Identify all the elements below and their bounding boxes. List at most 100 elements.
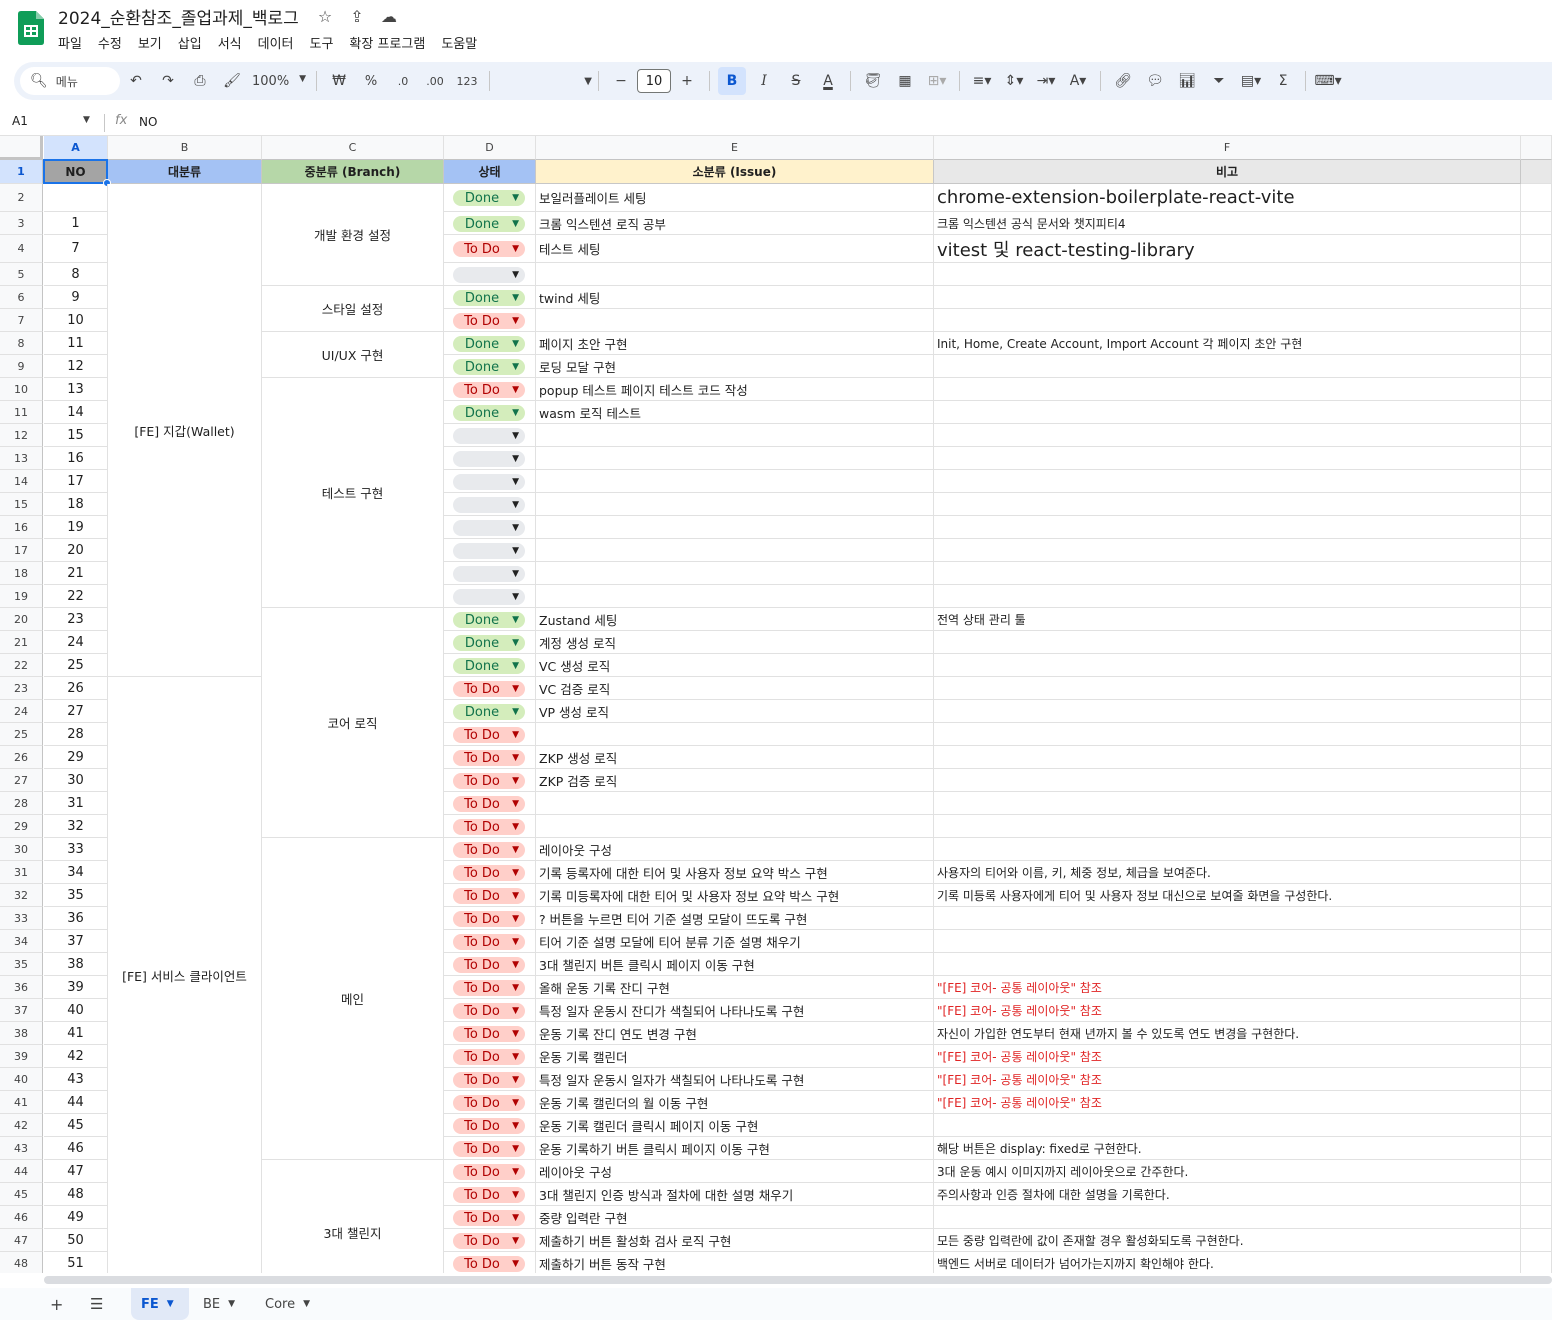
status-dropdown-chip[interactable]: To Do ▼ — [453, 888, 525, 904]
cell-branch-merged[interactable]: 코어 로직 — [262, 608, 444, 838]
cell-issue[interactable] — [536, 470, 934, 493]
row-header[interactable]: 20 — [0, 608, 43, 631]
cell-note[interactable] — [934, 585, 1521, 608]
status-dropdown-chip[interactable]: ▼ — [453, 497, 525, 513]
status-dropdown-chip[interactable]: Done ▼ — [453, 190, 525, 206]
cell-no[interactable] — [44, 184, 108, 212]
cell-empty[interactable] — [1521, 378, 1552, 401]
cell-status[interactable]: ▼ — [444, 516, 536, 539]
status-dropdown-chip[interactable]: ▼ — [453, 428, 525, 444]
cell-note[interactable] — [934, 447, 1521, 470]
cell-issue[interactable]: 중량 입력란 구현 — [536, 1206, 934, 1229]
cell-note[interactable] — [934, 401, 1521, 424]
status-dropdown-chip[interactable]: ▼ — [453, 589, 525, 605]
cell-no[interactable]: 38 — [44, 953, 108, 976]
cell-issue[interactable] — [536, 562, 934, 585]
cell-status[interactable]: ▼ — [444, 493, 536, 516]
increase-decimal-button[interactable]: .00 — [421, 67, 449, 95]
status-dropdown-chip[interactable]: To Do ▼ — [453, 911, 525, 927]
cell-issue[interactable]: twind 세팅 — [536, 286, 934, 309]
cell-empty[interactable] — [1521, 792, 1552, 815]
row-header[interactable]: 2 — [0, 184, 43, 212]
row-header[interactable]: 17 — [0, 539, 43, 562]
row-header[interactable]: 33 — [0, 907, 43, 930]
cell-status[interactable]: ▼ — [444, 585, 536, 608]
status-dropdown-chip[interactable]: Done ▼ — [453, 216, 525, 232]
cell-empty[interactable] — [1521, 884, 1552, 907]
cell-issue[interactable]: ZKP 생성 로직 — [536, 746, 934, 769]
functions-icon[interactable]: Σ — [1269, 67, 1297, 95]
row-header[interactable]: 21 — [0, 631, 43, 654]
header-cell-note[interactable]: 비고 — [934, 160, 1521, 184]
cell-note[interactable] — [934, 263, 1521, 286]
cell-issue[interactable]: 보일러플레이트 세팅 — [536, 184, 934, 212]
row-header[interactable]: 12 — [0, 424, 43, 447]
menu-search-box[interactable]: 🔍︎ 메뉴 — [20, 67, 120, 95]
status-dropdown-chip[interactable]: To Do ▼ — [453, 1118, 525, 1134]
cell-note[interactable]: 자신이 가입한 연도부터 현재 년까지 볼 수 있도록 연도 변경을 구현한다. — [934, 1022, 1521, 1045]
status-dropdown-chip[interactable]: To Do ▼ — [453, 1072, 525, 1088]
cell-issue[interactable]: 제출하기 버튼 활성화 검사 로직 구현 — [536, 1229, 934, 1252]
status-dropdown-chip[interactable]: To Do ▼ — [453, 1256, 525, 1272]
cell-no[interactable]: 41 — [44, 1022, 108, 1045]
cell-no[interactable]: 23 — [44, 608, 108, 631]
cell-empty[interactable] — [1521, 1068, 1552, 1091]
status-dropdown-chip[interactable]: To Do ▼ — [453, 1003, 525, 1019]
header-cell-g[interactable] — [1521, 160, 1552, 184]
column-header-a[interactable]: A — [44, 136, 108, 160]
star-icon[interactable]: ☆ — [314, 7, 336, 26]
status-dropdown-chip[interactable]: To Do ▼ — [453, 842, 525, 858]
cell-note[interactable] — [934, 516, 1521, 539]
cell-no[interactable]: 7 — [44, 235, 108, 263]
status-dropdown-chip[interactable]: To Do ▼ — [453, 1049, 525, 1065]
cell-note[interactable] — [934, 493, 1521, 516]
row-header[interactable]: 1 — [0, 160, 43, 184]
cell-no[interactable]: 9 — [44, 286, 108, 309]
cell-issue[interactable] — [536, 539, 934, 562]
cell-empty[interactable] — [1521, 723, 1552, 746]
move-to-drive-icon[interactable]: ⇪ — [346, 7, 368, 26]
cell-empty[interactable] — [1521, 235, 1552, 263]
cell-empty[interactable] — [1521, 493, 1552, 516]
cell-no[interactable]: 16 — [44, 447, 108, 470]
sheet-tab-be[interactable]: BE ▼ — [193, 1288, 245, 1320]
cell-note[interactable] — [934, 631, 1521, 654]
cell-status[interactable]: To Do ▼ — [444, 1183, 536, 1206]
row-header[interactable]: 42 — [0, 1114, 43, 1137]
cell-issue[interactable]: Zustand 세팅 — [536, 608, 934, 631]
cell-status[interactable]: ▼ — [444, 447, 536, 470]
cell-note[interactable]: "[FE] 코어- 공통 레이아웃" 참조 — [934, 1091, 1521, 1114]
cell-empty[interactable] — [1521, 861, 1552, 884]
italic-button[interactable]: I — [750, 67, 778, 95]
cell-no[interactable]: 25 — [44, 654, 108, 677]
filter-icon[interactable]: ⏷ — [1205, 67, 1233, 95]
cell-status[interactable]: Done ▼ — [444, 212, 536, 235]
font-size-input[interactable]: 10 — [637, 69, 671, 93]
cell-empty[interactable] — [1521, 424, 1552, 447]
cell-no[interactable]: 17 — [44, 470, 108, 493]
cell-category-merged[interactable]: [FE] 지갑(Wallet) — [108, 184, 262, 677]
cell-empty[interactable] — [1521, 585, 1552, 608]
column-header-f[interactable]: F — [934, 136, 1521, 160]
cell-empty[interactable] — [1521, 286, 1552, 309]
zoom-select[interactable]: 100% ▼ — [248, 74, 310, 89]
cell-no[interactable]: 34 — [44, 861, 108, 884]
cell-status[interactable]: To Do ▼ — [444, 1252, 536, 1273]
cell-issue[interactable] — [536, 263, 934, 286]
fill-color-icon[interactable]: 🪣︎ — [859, 67, 887, 95]
cell-branch-merged[interactable]: 스타일 설정 — [262, 286, 444, 332]
cell-no[interactable]: 50 — [44, 1229, 108, 1252]
status-dropdown-chip[interactable]: To Do ▼ — [453, 727, 525, 743]
cell-status[interactable]: ▼ — [444, 539, 536, 562]
cell-no[interactable]: 28 — [44, 723, 108, 746]
cell-note[interactable] — [934, 470, 1521, 493]
cell-empty[interactable] — [1521, 562, 1552, 585]
font-family-select[interactable]: ▼ — [496, 69, 592, 93]
header-cell-branch[interactable]: 중분류 (Branch) — [262, 160, 444, 184]
cell-status[interactable]: Done ▼ — [444, 286, 536, 309]
cell-status[interactable]: To Do ▼ — [444, 1160, 536, 1183]
cell-issue[interactable] — [536, 493, 934, 516]
cell-status[interactable]: Done ▼ — [444, 332, 536, 355]
cell-note[interactable]: 사용자의 티어와 이름, 키, 체중 정보, 체급을 보여준다. — [934, 861, 1521, 884]
cell-empty[interactable] — [1521, 631, 1552, 654]
